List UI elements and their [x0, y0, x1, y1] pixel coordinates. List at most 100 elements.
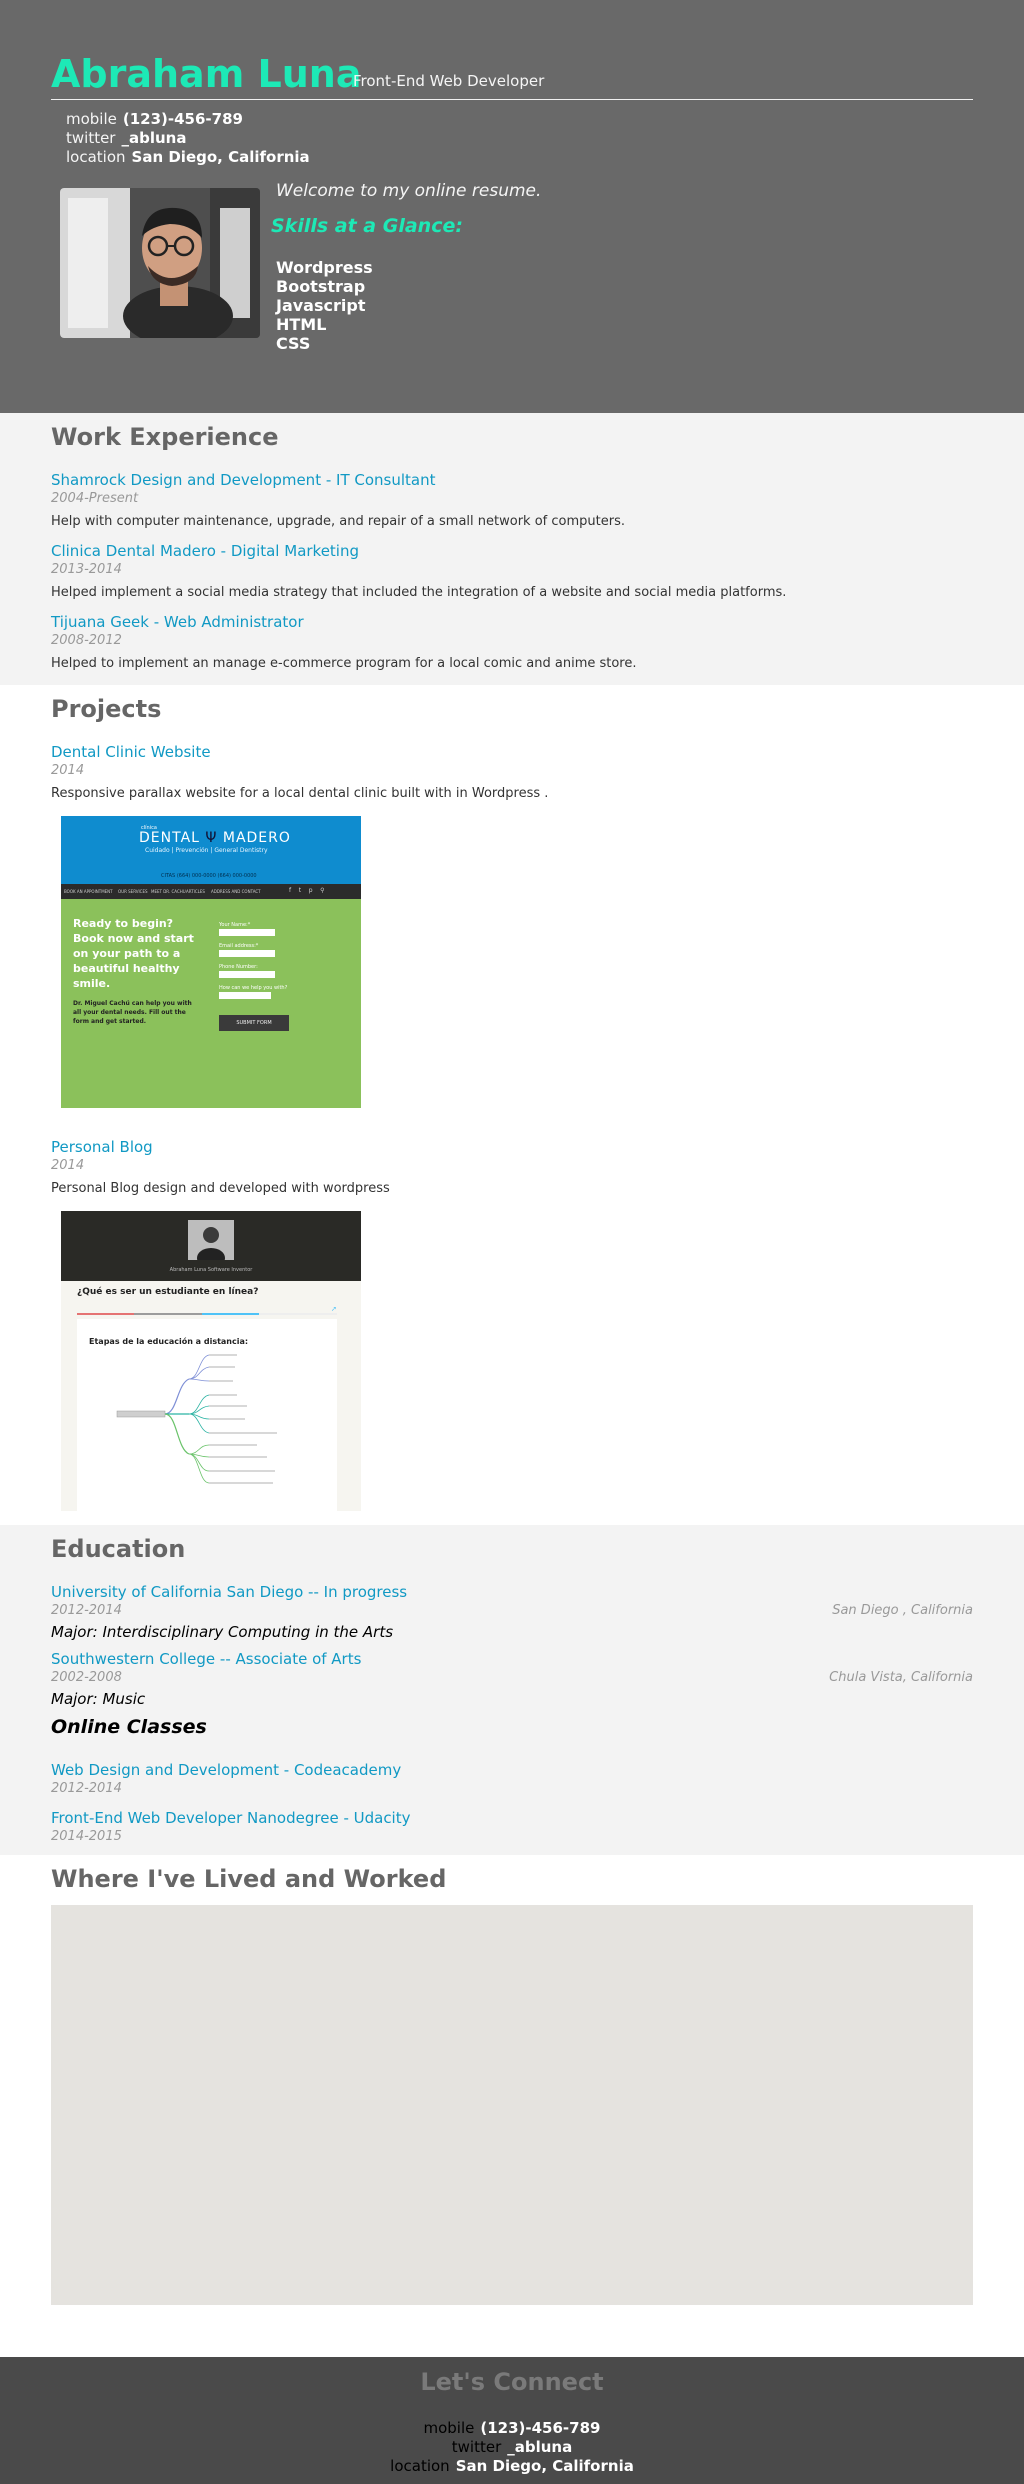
job-description: Helped to implement an manage e-commerce… — [51, 656, 637, 671]
contact-value: _abluna — [121, 129, 187, 147]
dental-input — [219, 950, 275, 957]
skill-item: Javascript — [276, 296, 366, 315]
school-dates: 2002-2008 — [51, 1670, 122, 1685]
dental-label-phone: Phone Number: — [219, 964, 258, 970]
project-image-dental: clínica DENTAL Ψ MADERO Cuidado | Preven… — [61, 816, 361, 1108]
dental-submit-button: SUBMIT FORM — [219, 1015, 289, 1031]
job-title-link[interactable]: Shamrock Design and Development - IT Con… — [51, 471, 436, 489]
blog-color-strip — [77, 1313, 337, 1315]
welcome-message: Welcome to my online resume. — [276, 181, 542, 201]
contact-key: location — [66, 148, 126, 166]
footer-contact-twitter: twitter _abluna — [0, 2438, 1024, 2457]
online-classes-heading: Online Classes — [51, 1716, 207, 1738]
contact-value: (123)-456-789 — [122, 110, 243, 128]
dental-phone: CITAS (664) 000-0000 (664) 000-0000 — [161, 873, 257, 879]
name-row: Abraham Luna Front-End Web Developer — [51, 50, 973, 100]
dental-label-help: How can we help you with? — [219, 985, 288, 991]
blog-byline: Abraham Luna Software Inventor — [169, 1267, 253, 1273]
project-description: Personal Blog design and developed with … — [51, 1181, 390, 1196]
school-major: Major: Interdisciplinary Computing in th… — [51, 1623, 394, 1641]
online-class-dates: 2014-2015 — [51, 1829, 122, 1844]
dental-nav: BOOK AN APPOINTMENT OUR SERVICES MEET DR… — [61, 884, 361, 899]
blog-post-title: ¿Qué es ser un estudiante en línea? — [77, 1287, 259, 1297]
footer-contacts: mobile (123)-456-789 twitter _abluna locat… — [0, 2419, 1024, 2476]
contact-location: location San Diego, California — [66, 148, 310, 167]
job-title-link[interactable]: Clinica Dental Madero - Digital Marketin… — [51, 542, 359, 560]
dental-label-email: Email address:* — [219, 943, 259, 949]
section-title: Work Experience — [51, 423, 279, 451]
skill-item: Bootstrap — [276, 277, 366, 296]
contact-key: twitter — [451, 2438, 502, 2456]
blog-diagram-title: Etapas de la educación a distancia: — [89, 1337, 249, 1346]
dental-brand: DENTAL Ψ MADERO — [139, 830, 291, 846]
school-title-link[interactable]: Southwestern College -- Associate of Art… — [51, 1650, 361, 1668]
dental-hero-text: Ready to begin? Book now and start on yo… — [73, 917, 194, 990]
skills-heading: Skills at a Glance: — [271, 215, 463, 237]
work-experience-section: Work Experience Shamrock Design and Deve… — [0, 413, 1024, 685]
skills-list: Wordpress Bootstrap Javascript HTML CSS — [276, 258, 373, 353]
contact-value: San Diego, California — [131, 148, 310, 166]
header-contacts: mobile (123)-456-789 twitter _abluna locat… — [66, 110, 310, 167]
dental-nav-item: ARTICLES — [186, 889, 205, 894]
contact-value: (123)-456-789 — [480, 2419, 601, 2437]
dental-nav-item: MEET DR. CACHU — [151, 889, 186, 894]
dental-tagline: Cuidado | Prevención | General Dentistry — [145, 847, 268, 854]
project-dates: 2014 — [51, 1158, 85, 1173]
contact-twitter: twitter _abluna — [66, 129, 310, 148]
project-description: Responsive parallax website for a local … — [51, 786, 549, 801]
contact-value: _abluna — [507, 2438, 573, 2456]
dental-social-icons: f t p ⚲ — [289, 887, 325, 894]
dental-header: clínica DENTAL Ψ MADERO Cuidado | Preven… — [61, 816, 361, 884]
dental-sub-text: Dr. Miguel Cachú can help you with all y… — [73, 1000, 192, 1025]
contact-key: twitter — [66, 129, 116, 147]
education-section: Education University of California San D… — [0, 1525, 1024, 1855]
blog-header: Abraham Luna Software Inventor — [61, 1211, 361, 1281]
job-dates: 2013-2014 — [51, 562, 122, 577]
profile-photo — [60, 188, 260, 338]
blog-avatar — [188, 1220, 234, 1268]
school-major: Major: Music — [51, 1690, 146, 1708]
map-section: Where I've Lived and Worked — [0, 1855, 1024, 2357]
dental-label-name: Your Name:* — [219, 922, 251, 928]
contact-key: mobile — [423, 2419, 475, 2437]
job-dates: 2008-2012 — [51, 633, 122, 648]
dental-input — [219, 971, 275, 978]
job-description: Helped implement a social media strategy… — [51, 585, 787, 600]
job-dates: 2004-Present — [51, 491, 139, 506]
skill-item: HTML — [276, 315, 327, 334]
section-title: Where I've Lived and Worked — [51, 1865, 447, 1893]
project-title-link[interactable]: Dental Clinic Website — [51, 743, 211, 761]
online-class-link[interactable]: Web Design and Development - Codeacademy — [51, 1761, 401, 1779]
header: Abraham Luna Front-End Web Developer mob… — [0, 0, 1024, 413]
person-role: Front-End Web Developer — [353, 72, 545, 90]
job-description: Help with computer maintenance, upgrade,… — [51, 514, 625, 529]
school-location: Chula Vista, California — [829, 1670, 973, 1685]
footer-contact-mobile: mobile (123)-456-789 — [0, 2419, 1024, 2438]
section-title: Education — [51, 1535, 186, 1563]
blog-content-card: Etapas de la educación a distancia: — [77, 1319, 337, 1511]
online-class-dates: 2012-2014 — [51, 1781, 122, 1796]
person-name: Abraham Luna — [51, 52, 362, 96]
online-class-link[interactable]: Front-End Web Developer Nanodegree - Uda… — [51, 1809, 411, 1827]
school-dates: 2012-2014 — [51, 1603, 122, 1618]
contact-key: mobile — [66, 110, 117, 128]
project-dates: 2014 — [51, 763, 85, 778]
skill-item: Wordpress — [276, 258, 373, 277]
project-title-link[interactable]: Personal Blog — [51, 1138, 153, 1156]
school-title-link[interactable]: University of California San Diego -- In… — [51, 1583, 407, 1601]
contact-mobile: mobile (123)-456-789 — [66, 110, 310, 129]
map-canvas[interactable] — [51, 1905, 973, 2305]
blog-mindmap-diagram — [116, 1354, 277, 1484]
blog-share-icon: ➚ — [331, 1305, 337, 1313]
project-image-blog: Abraham Luna Software Inventor ¿Qué es s… — [61, 1211, 361, 1511]
contact-key: location — [390, 2457, 450, 2475]
dental-nav-item: OUR SERVICES — [118, 889, 148, 894]
footer-contact-location: location San Diego, California — [0, 2457, 1024, 2476]
school-location: San Diego , California — [832, 1603, 973, 1618]
dental-nav-item: BOOK AN APPOINTMENT — [64, 889, 113, 894]
projects-section: Projects Dental Clinic Website 2014 Resp… — [0, 685, 1024, 1525]
dental-nav-item: ADDRESS AND CONTACT — [211, 889, 261, 894]
section-title: Projects — [51, 695, 162, 723]
footer: Let's Connect mobile (123)-456-789 twitte… — [0, 2357, 1024, 2484]
job-title-link[interactable]: Tijuana Geek - Web Administrator — [51, 613, 304, 631]
